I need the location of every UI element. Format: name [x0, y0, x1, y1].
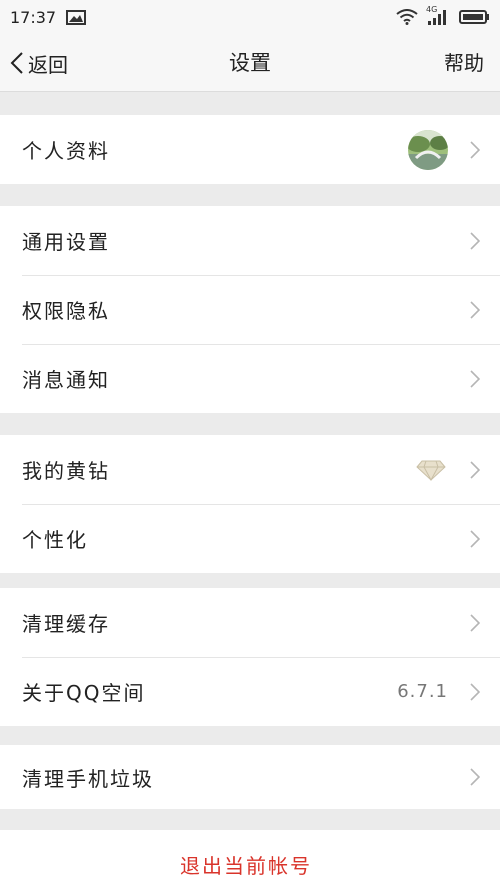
status-time: 17:37 — [10, 7, 57, 27]
general-group: 通用设置 权限隐私 消息通知 — [0, 206, 500, 413]
chevron-right-icon — [470, 231, 480, 250]
vip-group: 我的黄钻 个性化 — [0, 435, 500, 573]
clear-phone-junk-label: 清理手机垃圾 — [22, 766, 154, 791]
chevron-right-icon — [470, 300, 480, 319]
status-bar: 17:37 4G — [0, 0, 500, 34]
avatar-image — [408, 129, 448, 170]
profile-group: 个人资料 — [0, 115, 500, 184]
clear-phone-junk-row[interactable]: 清理手机垃圾 — [0, 745, 500, 809]
wifi-icon — [396, 9, 418, 25]
personalization-label: 个性化 — [22, 528, 88, 552]
notifications-row[interactable]: 消息通知 — [0, 344, 500, 413]
page-title: 设置 — [229, 51, 271, 75]
privacy-row[interactable]: 权限隐私 — [0, 275, 500, 344]
diamond-icon — [416, 460, 446, 481]
chevron-right-icon — [470, 529, 480, 548]
yellow-diamond-row[interactable]: 我的黄钻 — [0, 435, 500, 504]
help-button[interactable]: 帮助 — [444, 34, 484, 92]
signal-icon — [428, 10, 446, 25]
logout-button[interactable]: 退出当前帐号 — [0, 830, 500, 889]
profile-row[interactable]: 个人资料 — [0, 115, 500, 184]
chevron-right-icon — [470, 682, 480, 701]
chevron-right-icon — [470, 369, 480, 388]
chevron-right-icon — [470, 613, 480, 632]
chevron-right-icon — [470, 768, 480, 786]
general-settings-row[interactable]: 通用设置 — [0, 206, 500, 275]
storage-group: 清理缓存 关于QQ空间 6.7.1 — [0, 588, 500, 726]
about-row[interactable]: 关于QQ空间 6.7.1 — [0, 657, 500, 726]
picture-icon — [66, 9, 87, 25]
status-icons: 4G — [396, 5, 490, 26]
notifications-label: 消息通知 — [22, 368, 110, 392]
phone-cleanup-group: 清理手机垃圾 — [0, 745, 500, 809]
logout-label: 退出当前帐号 — [180, 854, 312, 878]
yellow-diamond-label: 我的黄钻 — [22, 459, 110, 483]
personalization-row[interactable]: 个性化 — [0, 504, 500, 573]
clear-cache-label: 清理缓存 — [22, 612, 110, 636]
signal-indicator: 4G — [426, 5, 450, 26]
navigation-bar: 返回 设置 帮助 — [0, 34, 500, 92]
clear-cache-row[interactable]: 清理缓存 — [0, 588, 500, 657]
profile-label: 个人资料 — [22, 139, 110, 163]
version-value: 6.7.1 — [397, 681, 448, 702]
general-settings-label: 通用设置 — [22, 230, 110, 254]
chevron-right-icon — [470, 140, 480, 159]
avatar — [408, 129, 448, 170]
about-label: 关于QQ空间 — [22, 681, 146, 705]
privacy-label: 权限隐私 — [22, 299, 110, 323]
chevron-right-icon — [470, 460, 480, 479]
battery-icon — [459, 10, 489, 24]
